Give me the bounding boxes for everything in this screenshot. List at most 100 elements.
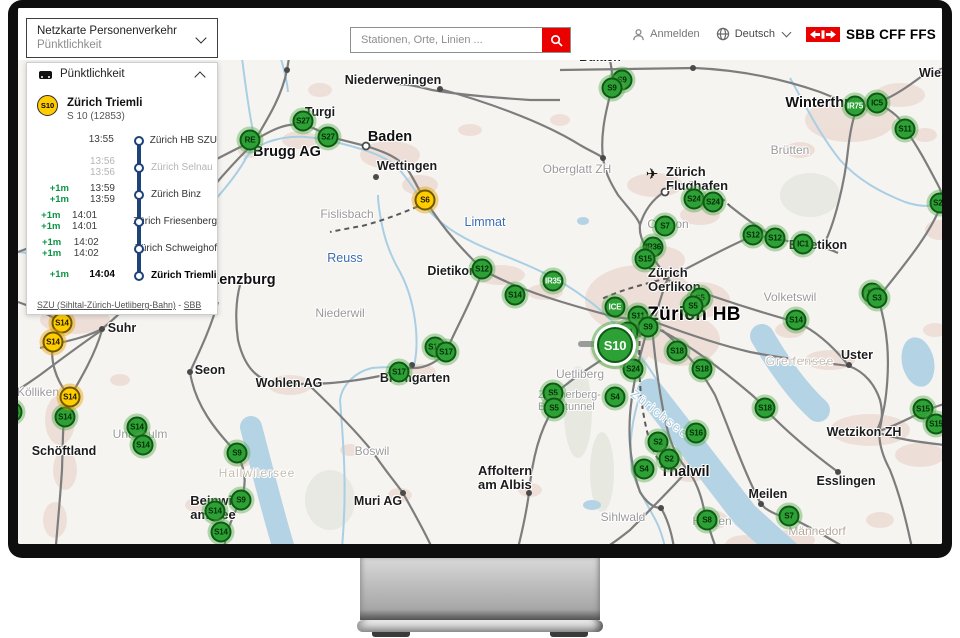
stop-row[interactable]: 13:5613:56 Zürich Selnau (27, 154, 217, 181)
panel-header[interactable]: Pünktlichkeit (27, 63, 217, 87)
search-box (350, 27, 571, 53)
layer-select-title: Netzkarte Personenverkehr (37, 25, 177, 37)
train-marker-s8[interactable]: S8 (697, 510, 718, 531)
stop-time: 13:5913:59 (69, 184, 123, 205)
stop-name: Zürich Binz (151, 189, 201, 200)
train-marker-s4[interactable]: S4 (634, 459, 655, 480)
search-icon (550, 34, 563, 47)
stop-delay: +1m+1m (27, 238, 61, 259)
train-marker-s16[interactable]: S16 (686, 423, 707, 444)
sbb-logo[interactable]: SBB CFF FFS (806, 27, 936, 42)
stop-time: 13:5613:56 (69, 157, 123, 178)
layer-select-value: Pünktlichkeit (37, 39, 102, 51)
globe-icon (716, 27, 730, 41)
train-marker-s9[interactable]: S9 (602, 78, 623, 99)
train-marker-ice[interactable]: ICE (605, 297, 626, 318)
train-marker-s27[interactable]: S27 (318, 127, 339, 148)
train-line-info: S 10 (12853) (67, 111, 125, 122)
train-marker-s14[interactable]: S14 (133, 435, 154, 456)
stop-row[interactable]: +1m+1m14:0214:02Zürich Schweighof (27, 235, 217, 262)
stop-row[interactable]: +1m+1m13:5913:59 Zürich Binz (27, 181, 217, 208)
map-label: Brugg AG (253, 144, 321, 160)
monitor-foot (550, 632, 588, 637)
train-marker-s18[interactable]: S18 (755, 398, 776, 419)
stop-time: 14:0114:01 (60, 211, 105, 232)
map-label: Fislisbach (320, 207, 373, 221)
train-marker-s12[interactable]: S12 (765, 228, 786, 249)
search-input[interactable] (351, 28, 549, 52)
train-marker-ic5[interactable]: IC5 (867, 93, 888, 114)
train-marker-s9[interactable]: S9 (231, 490, 252, 511)
train-marker-s14[interactable]: S14 (52, 313, 73, 334)
footer-separator: - (176, 300, 184, 310)
train-marker-s14[interactable]: S14 (55, 407, 76, 428)
login-link[interactable]: Anmelden (632, 28, 700, 41)
train-marker-s9[interactable]: S9 (227, 443, 248, 464)
train-marker-s5[interactable]: S5 (544, 398, 565, 419)
train-marker-s14[interactable]: S14 (211, 522, 232, 543)
map-label: Hallwilersee (219, 466, 296, 480)
train-marker-s27[interactable]: S27 (293, 111, 314, 132)
train-line-badge: S10 (37, 95, 58, 116)
train-marker-s15[interactable]: S15 (635, 249, 656, 270)
train-marker-s14[interactable]: S14 (505, 285, 526, 306)
monitor-foot (372, 632, 410, 637)
map-label: Meilen (749, 487, 788, 501)
timeline-node-icon (134, 244, 144, 254)
map-label: Niederweningen (345, 73, 442, 87)
train-marker-s11[interactable]: S11 (895, 119, 916, 140)
train-marker-ic1[interactable]: IC1 (793, 234, 814, 255)
stop-delay: +1m+1m (27, 211, 60, 232)
timeline-node-icon (134, 271, 144, 281)
train-marker-s14[interactable]: S14 (205, 501, 226, 522)
monitor-stand-base (357, 620, 603, 632)
stop-delay: +1m (27, 270, 69, 281)
train-marker-s24[interactable]: S24 (684, 189, 705, 210)
stop-delay: +1m+1m (27, 184, 69, 205)
train-marker-s17[interactable]: S17 (389, 362, 410, 383)
sbb-link[interactable]: SBB (184, 300, 202, 310)
map-label: Brütten (771, 143, 810, 157)
train-marker-s14[interactable]: S14 (786, 310, 807, 331)
map-label: Muri AG (354, 494, 402, 508)
layer-select-dropdown[interactable]: Netzkarte Personenverkehr Pünktlichkeit (26, 18, 218, 58)
stop-name: Zürich Selnau (151, 162, 213, 173)
train-marker-s17[interactable]: S17 (436, 342, 457, 363)
operator-link[interactable]: SZU (Sihltal-Zürich-Uetliberg-Bahn) (37, 300, 176, 310)
train-marker-s24[interactable]: S24 (623, 359, 644, 380)
train-marker-s15[interactable]: S15 (926, 414, 943, 435)
train-marker-s12[interactable]: S12 (743, 225, 764, 246)
train-marker-s2[interactable]: S2 (659, 449, 680, 470)
map-label: Kölliken (18, 385, 59, 399)
map-label: Wiesendangen (919, 66, 942, 80)
train-marker-ir35[interactable]: IR35 (543, 271, 564, 292)
train-marker-s7[interactable]: S7 (655, 216, 676, 237)
train-marker-s18[interactable]: S18 (667, 341, 688, 362)
train-marker-s14[interactable]: S14 (60, 387, 81, 408)
map-label: Wetzikon ZH (827, 425, 902, 439)
search-button[interactable] (542, 28, 570, 52)
map-label: Limmat (465, 215, 506, 229)
train-marker-s10[interactable]: S10 (597, 327, 633, 363)
train-marker-s18[interactable]: S18 (692, 359, 713, 380)
train-marker-s12[interactable]: S12 (472, 259, 493, 280)
map-label: Schöftland (32, 444, 97, 458)
train-marker-s4[interactable]: S4 (605, 387, 626, 408)
train-marker-s9[interactable]: S9 (638, 317, 659, 338)
train-marker-s6[interactable]: S6 (415, 190, 436, 211)
map-label: Wettingen (377, 159, 437, 173)
train-marker-s14[interactable]: S14 (43, 332, 64, 353)
stop-row[interactable]: +1m14:04Zürich Triemli (27, 262, 217, 289)
map-label: Wohlen AG (256, 376, 323, 390)
stop-row[interactable]: +1m+1m14:0114:01Zürich Friesenberg (27, 208, 217, 235)
train-marker-re[interactable]: RE (240, 130, 261, 151)
train-marker-ir75[interactable]: IR75 (845, 96, 866, 117)
train-marker-s5[interactable]: S5 (683, 296, 704, 317)
map-label: Boswil (355, 444, 390, 458)
train-marker-s24[interactable]: S24 (703, 192, 724, 213)
language-selector[interactable]: Deutsch (716, 27, 790, 41)
stop-row[interactable]: 13:55Zürich HB SZU (27, 127, 217, 154)
timeline-node-icon (134, 190, 144, 200)
train-marker-s7[interactable]: S7 (779, 506, 800, 527)
train-marker-s3[interactable]: S3 (867, 288, 888, 309)
